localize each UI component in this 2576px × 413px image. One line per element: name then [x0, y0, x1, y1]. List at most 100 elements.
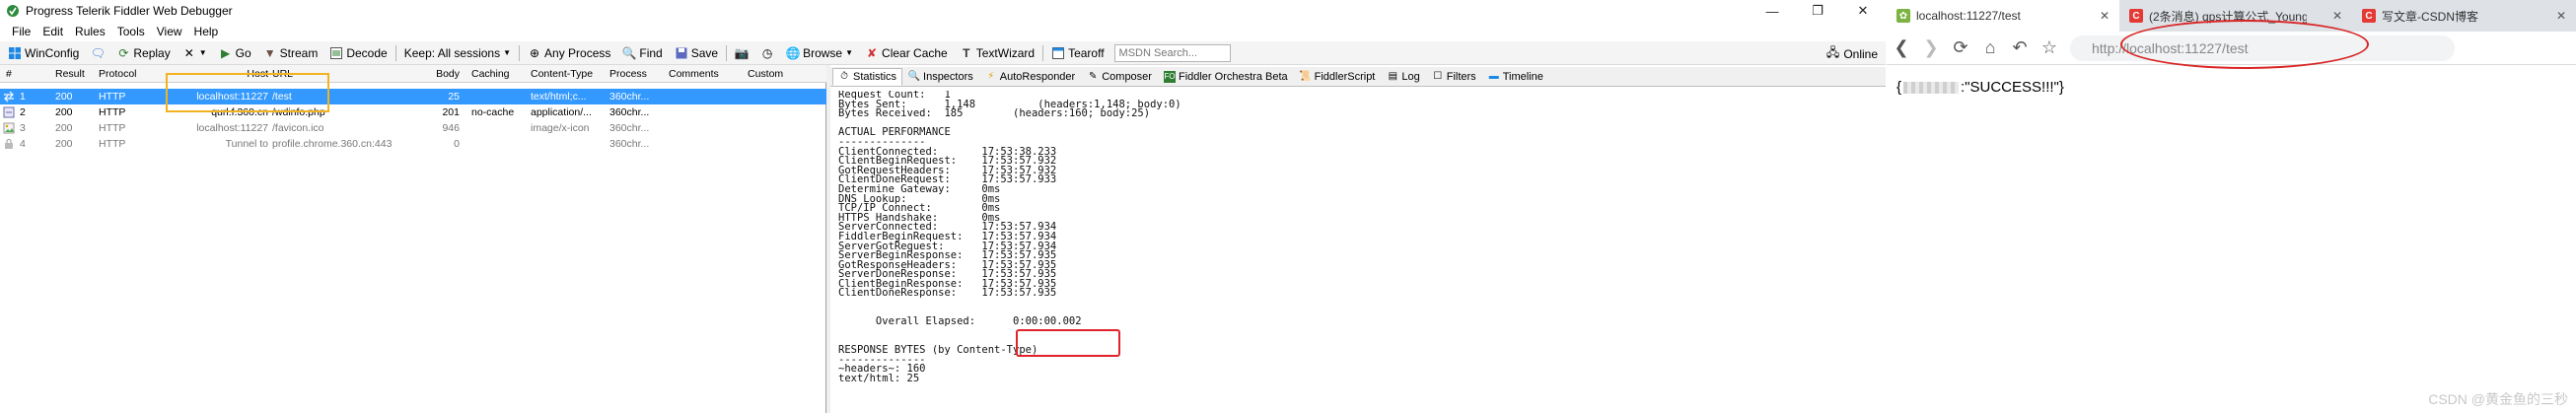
stats-line: ~headers~: 160	[838, 363, 926, 376]
composer-icon: ✎	[1089, 71, 1098, 82]
fiddler-titlebar: Progress Telerik Fiddler Web Debugger — …	[0, 0, 1886, 22]
tab-filters[interactable]: ☐ Filters	[1426, 68, 1482, 86]
remove-button[interactable]: ✕ ▼	[177, 42, 213, 64]
find-button[interactable]: 🔍 Find	[616, 42, 668, 64]
body-prefix: {	[1896, 79, 1902, 96]
decode-button[interactable]: Decode	[323, 42, 393, 64]
column-header-caching[interactable]: Caching	[471, 66, 527, 82]
forward-icon[interactable]: ❯	[1916, 34, 1946, 63]
column-header-comments[interactable]: Comments	[669, 66, 724, 82]
clear-cache-button[interactable]: ✘ Clear Cache	[859, 42, 954, 64]
restore-icon[interactable]: ❐	[1795, 0, 1840, 22]
go-button[interactable]: ▶ Go	[213, 42, 257, 64]
sessions-list[interactable]: # Result Protocol Host URL Body Caching …	[0, 65, 826, 413]
chevron-down-icon: ▼	[198, 48, 207, 57]
tab-statistics[interactable]: ⏱ Statistics	[832, 67, 903, 86]
orchestra-icon: FO	[1163, 70, 1176, 83]
menu-rules[interactable]: Rules	[69, 25, 111, 38]
winconfig-button[interactable]: WinConfig	[2, 42, 85, 64]
column-header-protocol[interactable]: Protocol	[99, 66, 148, 82]
column-header-num[interactable]: #	[6, 66, 28, 82]
close-tab-icon[interactable]: ✕	[2556, 9, 2566, 23]
watermark: CSDN @黄金鱼的三秒	[2428, 391, 2568, 407]
php-file-icon	[3, 106, 15, 118]
tab-timeline[interactable]: ▬ Timeline	[1482, 68, 1549, 86]
lock-icon	[3, 138, 15, 150]
star-icon[interactable]: ☆	[2035, 34, 2064, 63]
toolbar-separator	[394, 44, 396, 61]
tab-log[interactable]: ▤ Log	[1381, 68, 1425, 86]
screenshot-button[interactable]: 📷	[729, 42, 754, 64]
toolbar-separator	[1042, 44, 1044, 61]
body-text: :"SUCCESS!!!"}	[1961, 79, 2064, 96]
stats-line: Overall Elapsed: 0:00:00.002	[838, 315, 1082, 328]
stream-icon: ▼	[263, 45, 276, 60]
any-process-button[interactable]: ⊕ Any Process	[522, 42, 616, 64]
stream-button[interactable]: ▼ Stream	[257, 42, 324, 64]
close-tab-icon[interactable]: ✕	[2100, 9, 2110, 23]
table-row[interactable]: 1 200 HTTP localhost:11227 /test 25 text…	[0, 89, 826, 104]
windows-icon	[8, 46, 22, 60]
table-row[interactable]: 3 200 HTTP localhost:11227 /favicon.ico …	[0, 120, 826, 136]
close-icon[interactable]: ✕	[1840, 0, 1886, 22]
go-arrow-icon: ▶	[221, 45, 231, 60]
redacted-key	[1903, 81, 1960, 94]
back-icon[interactable]: ❮	[1887, 34, 1916, 63]
keep-sessions-dropdown[interactable]: Keep: All sessions ▼	[398, 42, 517, 64]
column-header-custom[interactable]: Custom	[748, 66, 797, 82]
minimize-icon[interactable]: —	[1750, 0, 1795, 22]
chevron-down-icon: ▼	[845, 48, 854, 57]
menu-tools[interactable]: Tools	[111, 25, 151, 38]
window-controls: — ❐ ✕	[1750, 0, 1886, 22]
undo-icon[interactable]: ↶	[2005, 34, 2035, 63]
crosshair-icon: ⊕	[530, 45, 540, 60]
reload-icon[interactable]: ⟳	[1946, 34, 1975, 63]
replay-icon: ⟳	[118, 45, 129, 60]
tab-fiddlerscript[interactable]: 📜 FiddlerScript	[1294, 68, 1382, 86]
inspector-tabs: ⏱ Statistics 🔍 Inspectors ⚡ AutoResponde…	[830, 67, 1886, 87]
save-icon	[675, 46, 688, 60]
inspector-pane: ⏱ Statistics 🔍 Inspectors ⚡ AutoResponde…	[830, 65, 1886, 413]
request-arrows-icon	[3, 91, 15, 103]
table-row[interactable]: 4 200 HTTP Tunnel to profile.chrome.360.…	[0, 136, 826, 152]
column-header-result[interactable]: Result	[55, 66, 95, 82]
timer-icon: ◷	[761, 45, 773, 60]
tab-autoresponder[interactable]: ⚡ AutoResponder	[979, 68, 1081, 86]
chevron-down-icon: ▼	[503, 48, 512, 57]
browser-tab-csdn-write[interactable]: C 写文章-CSDN博客 ✕	[2352, 0, 2576, 32]
column-header-content-type[interactable]: Content-Type	[531, 66, 606, 82]
close-tab-icon[interactable]: ✕	[2332, 9, 2342, 23]
textwizard-icon: T	[963, 45, 970, 60]
tab-inspectors[interactable]: 🔍 Inspectors	[902, 68, 979, 86]
column-header-process[interactable]: Process	[609, 66, 665, 82]
lightning-icon: ⚡	[987, 71, 995, 82]
column-header-body[interactable]: Body	[424, 66, 460, 82]
msdn-search-input[interactable]: MSDN Search...	[1113, 43, 1231, 62]
leaf-favicon-icon: ✿	[1896, 9, 1910, 23]
menu-view[interactable]: View	[151, 25, 188, 38]
table-row[interactable]: 2 200 HTTP qurl.f.360.cn /wdinfo.php 201…	[0, 104, 826, 120]
stats-line: ClientDoneResponse: 17:53:57.935	[838, 287, 1057, 300]
network-icon: 🖧	[1825, 45, 1840, 59]
url-highlight	[2120, 20, 2369, 69]
home-icon[interactable]: ⌂	[1975, 34, 2005, 63]
log-icon: ▤	[1388, 71, 1398, 82]
main-toolbar: WinConfig 🗨 ⟳ Replay ✕ ▼ ▶ Go ▼ Stream D…	[0, 41, 1886, 65]
menu-help[interactable]: Help	[188, 25, 225, 38]
tearoff-button[interactable]: Tearoff	[1045, 42, 1109, 64]
textwizard-button[interactable]: T TextWizard	[954, 42, 1040, 64]
timer-button[interactable]: ◷	[754, 42, 780, 64]
online-status[interactable]: 🖧 Online	[1826, 43, 1878, 64]
host-url-highlight	[166, 73, 329, 112]
menu-file[interactable]: File	[6, 25, 36, 38]
menu-edit[interactable]: Edit	[36, 25, 69, 38]
browse-button[interactable]: 🌐 Browse ▼	[780, 42, 859, 64]
replay-button[interactable]: ⟳ Replay	[110, 42, 176, 64]
stats-line	[838, 327, 1874, 337]
stopwatch-icon: ⏱	[840, 71, 848, 82]
tab-composer[interactable]: ✎ Composer	[1081, 68, 1158, 86]
tab-fiddler-orchestra[interactable]: FO Fiddler Orchestra Beta	[1158, 68, 1294, 86]
save-button[interactable]: Save	[669, 42, 724, 64]
browser-tab-localhost[interactable]: ✿ localhost:11227/test ✕	[1887, 0, 2119, 32]
comment-button[interactable]: 🗨	[85, 42, 110, 64]
